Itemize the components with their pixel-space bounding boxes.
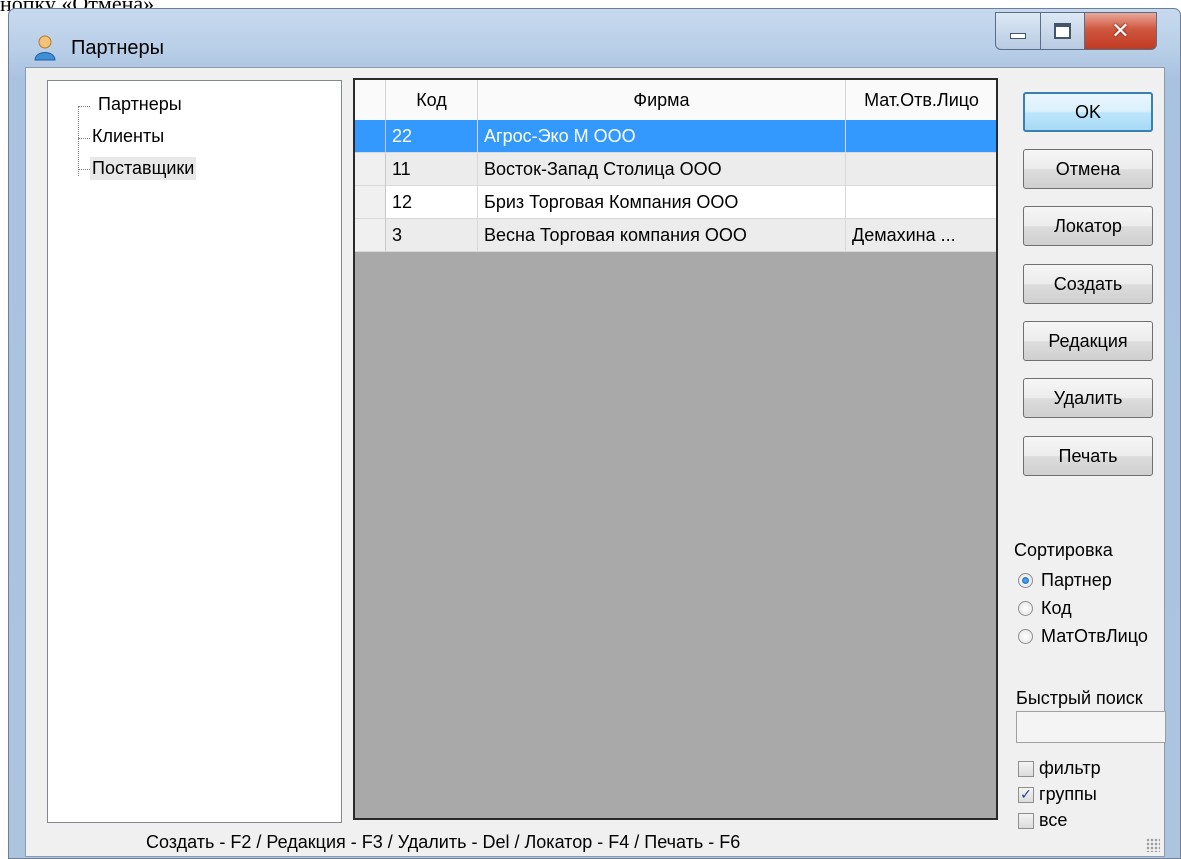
edit-button[interactable]: Редакция xyxy=(1023,321,1153,361)
tree-item-partners[interactable]: Партнеры xyxy=(96,93,184,116)
cell-code[interactable]: 3 xyxy=(386,219,478,252)
cell-person[interactable] xyxy=(846,120,996,153)
radio-icon xyxy=(1018,629,1033,644)
grid-header: Код Фирма Мат.Отв.Лицо xyxy=(355,80,996,121)
close-button[interactable]: ✕ xyxy=(1085,12,1157,50)
checkbox-icon xyxy=(1018,760,1034,777)
sort-option-label: МатОтвЛицо xyxy=(1041,626,1148,646)
cell-firm[interactable]: Восток-Запад Столица ООО xyxy=(478,153,846,186)
cell-firm[interactable]: Весна Торговая компания ООО xyxy=(478,219,846,252)
close-icon: ✕ xyxy=(1111,18,1130,44)
cell-person[interactable]: Демахина ... xyxy=(846,219,996,252)
cell-firm[interactable]: Агрос-Эко М ООО xyxy=(478,120,846,153)
row-header-corner xyxy=(355,80,386,120)
delete-button[interactable]: Удалить xyxy=(1023,378,1153,418)
sort-option-label: Партнер xyxy=(1041,570,1112,590)
cell-code[interactable]: 22 xyxy=(386,120,478,153)
column-header-firm[interactable]: Фирма xyxy=(478,80,846,120)
title-bar[interactable]: Партнеры ✕ xyxy=(9,9,1180,67)
checkbox-checked-icon: ✓ xyxy=(1018,786,1034,803)
tree-connector xyxy=(78,106,79,176)
groups-checkbox[interactable]: ✓ группы xyxy=(1018,784,1097,805)
maximize-icon xyxy=(1054,23,1071,39)
radio-selected-icon xyxy=(1018,573,1033,588)
window-client-area: Партнеры Клиенты Поставщики Код Фирма Ма… xyxy=(25,67,1166,857)
tree-item-suppliers[interactable]: Поставщики xyxy=(90,157,197,180)
radio-icon xyxy=(1018,601,1033,616)
row-header[interactable] xyxy=(355,186,386,219)
checkbox-label: все xyxy=(1039,810,1068,830)
filter-checkbox[interactable]: фильтр xyxy=(1018,758,1101,779)
create-button[interactable]: Создать xyxy=(1023,264,1153,304)
sort-option-partner[interactable]: Партнер xyxy=(1018,570,1112,591)
window-title: Партнеры xyxy=(71,37,165,59)
quick-search-label: Быстрый поиск xyxy=(1016,688,1143,708)
ok-button[interactable]: OK xyxy=(1023,92,1153,132)
table-row[interactable]: 3 Весна Торговая компания ООО Демахина .… xyxy=(355,219,996,252)
row-header[interactable] xyxy=(355,120,386,153)
cell-person[interactable] xyxy=(846,186,996,219)
column-header-code[interactable]: Код xyxy=(386,80,478,120)
sort-option-label: Код xyxy=(1041,598,1072,618)
user-icon xyxy=(34,35,56,61)
tree-connector xyxy=(78,106,90,107)
table-row[interactable]: 11 Восток-Запад Столица ООО xyxy=(355,153,996,186)
checkbox-icon xyxy=(1018,812,1034,829)
maximize-button[interactable] xyxy=(1041,12,1085,50)
tree-connector xyxy=(78,169,90,170)
all-checkbox[interactable]: все xyxy=(1018,810,1067,831)
sort-label: Сортировка xyxy=(1014,540,1113,560)
window-controls: ✕ xyxy=(995,12,1157,50)
column-header-person[interactable]: Мат.Отв.Лицо xyxy=(846,80,996,120)
table-row[interactable]: 12 Бриз Торговая Компания ООО xyxy=(355,186,996,219)
sort-option-code[interactable]: Код xyxy=(1018,598,1072,619)
partners-window: Партнеры ✕ Партнеры Клиенты Поставщики К… xyxy=(8,8,1181,859)
tree-connector xyxy=(78,138,90,139)
hotkeys-status: Создать - F2 / Редакция - F3 / Удалить -… xyxy=(146,832,741,852)
sort-option-person[interactable]: МатОтвЛицо xyxy=(1018,626,1148,647)
cell-code[interactable]: 11 xyxy=(386,153,478,186)
cell-code[interactable]: 12 xyxy=(386,186,478,219)
partners-grid[interactable]: Код Фирма Мат.Отв.Лицо 22 Агрос-Эко М ОО… xyxy=(353,78,998,820)
locator-button[interactable]: Локатор xyxy=(1023,206,1153,246)
quick-search-input[interactable] xyxy=(1016,711,1166,743)
print-button[interactable]: Печать xyxy=(1023,436,1153,476)
minimize-button[interactable] xyxy=(995,12,1041,50)
row-header[interactable] xyxy=(355,153,386,186)
cell-person[interactable] xyxy=(846,153,996,186)
table-row[interactable]: 22 Агрос-Эко М ООО xyxy=(355,120,996,153)
checkbox-label: фильтр xyxy=(1039,758,1101,778)
row-header[interactable] xyxy=(355,219,386,252)
partners-tree[interactable]: Партнеры Клиенты Поставщики xyxy=(47,80,342,823)
cancel-button[interactable]: Отмена xyxy=(1023,149,1153,189)
resize-grip-icon[interactable] xyxy=(1146,838,1160,852)
tree-item-clients[interactable]: Клиенты xyxy=(90,125,166,148)
checkbox-label: группы xyxy=(1039,784,1097,804)
minimize-icon xyxy=(1010,33,1026,39)
cell-firm[interactable]: Бриз Торговая Компания ООО xyxy=(478,186,846,219)
